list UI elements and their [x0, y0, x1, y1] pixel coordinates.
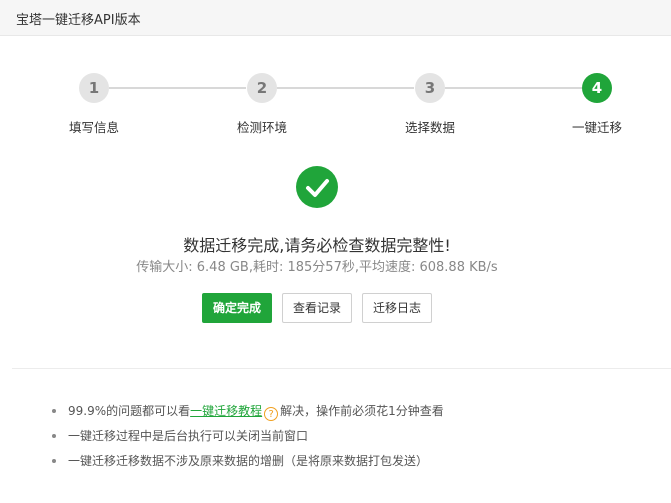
window-titlebar: 宝塔一键迁移API版本: [0, 0, 671, 36]
success-check-icon: [296, 166, 338, 208]
window-title: 宝塔一键迁移API版本: [16, 13, 141, 28]
tips-list: 99.9%的问题都可以看一键迁移教程? 解决，操作前必须花1分钟查看 一键迁移过程…: [52, 402, 662, 477]
section-divider: [12, 368, 671, 369]
help-icon[interactable]: ?: [264, 407, 279, 421]
bullet-dot: [52, 409, 56, 413]
step-connector-1: [109, 87, 246, 89]
tip-item-3: 一键迁移迁移数据不涉及原来数据的增删（是将原来数据打包发送）: [52, 452, 662, 477]
progress-steps: 1 2 3 4 填写信息 检测环境 选择数据 一键迁移: [0, 70, 671, 140]
step-1-circle: 1: [79, 73, 109, 103]
step-3-label: 选择数据: [404, 120, 455, 135]
tutorial-link[interactable]: 一键迁移教程: [190, 404, 262, 418]
tip-1-suffix: 解决，操作前必须花1分钟查看: [280, 404, 444, 418]
step-1-label: 填写信息: [68, 120, 119, 135]
confirm-complete-button[interactable]: 确定完成: [202, 293, 272, 323]
transfer-stats: 传输大小: 6.48 GB,耗时: 185分57秒,平均速度: 608.88 K…: [136, 260, 498, 275]
view-records-button[interactable]: 查看记录: [282, 293, 352, 323]
step-4-circle: 4: [582, 73, 612, 103]
migration-log-button[interactable]: 迁移日志: [362, 293, 432, 323]
tip-1-prefix: 99.9%的问题都可以看: [68, 404, 191, 418]
step-2-circle: 2: [247, 73, 277, 103]
completion-message: 数据迁移完成,请务必检查数据完整性!: [183, 236, 451, 255]
tip-2-text: 一键迁移过程中是后台执行可以关闭当前窗口: [68, 429, 309, 443]
step-4-label: 一键迁移: [571, 120, 622, 135]
step-3-circle: 3: [415, 73, 445, 103]
bullet-dot: [52, 434, 56, 438]
step-connector-3: [445, 87, 582, 89]
step-connector-2: [277, 87, 414, 89]
bullet-dot: [52, 459, 56, 463]
tip-3-text: 一键迁移迁移数据不涉及原来数据的增删（是将原来数据打包发送）: [68, 454, 429, 468]
tip-item-1: 99.9%的问题都可以看一键迁移教程? 解决，操作前必须花1分钟查看: [52, 402, 662, 427]
step-2-label: 检测环境: [236, 120, 287, 135]
tip-item-2: 一键迁移过程中是后台执行可以关闭当前窗口: [52, 427, 662, 452]
